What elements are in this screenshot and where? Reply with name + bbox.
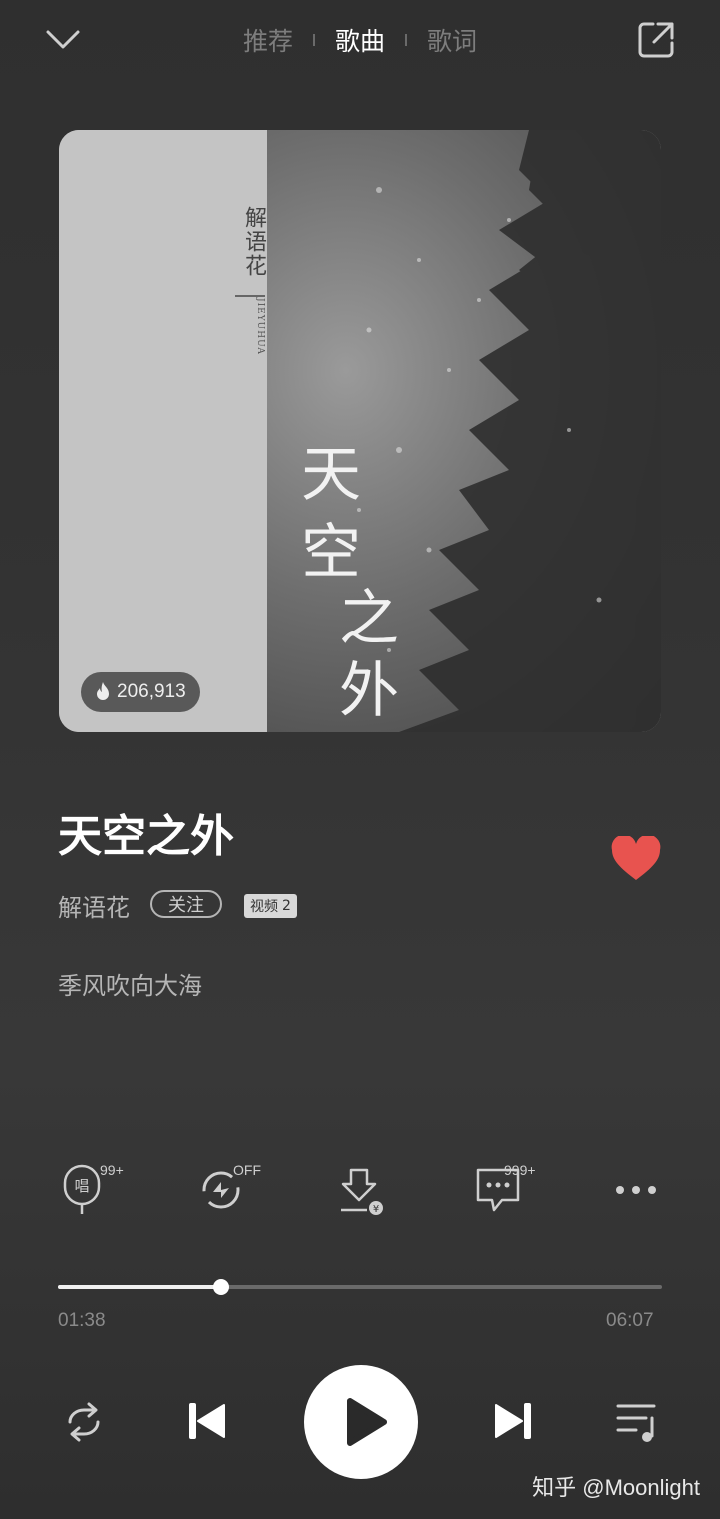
follow-button[interactable]: 关注 [150, 890, 222, 918]
play-count-value: 206,913 [117, 681, 186, 702]
play-icon [347, 1398, 387, 1446]
play-button[interactable] [304, 1365, 418, 1479]
video-label: 视频 [250, 899, 278, 915]
tab-lyrics[interactable]: 歌词 [407, 22, 497, 58]
artist-name[interactable]: 解语花 [58, 888, 130, 923]
comment-badge: 999+ [504, 1162, 536, 1178]
cover-left-panel [59, 130, 267, 732]
next-icon[interactable] [492, 1400, 534, 1442]
effect-badge: OFF [233, 1162, 261, 1178]
progress-knob[interactable] [213, 1279, 229, 1295]
album-cover[interactable]: 解语花 JIEYUHUA 天 空 之 外 [59, 130, 661, 732]
heart-like-icon[interactable] [610, 836, 662, 882]
header-tabs: 推荐 歌曲 歌词 [0, 22, 720, 58]
cover-romaji-text: JIEYUHUA [255, 298, 265, 355]
previous-icon[interactable] [186, 1400, 228, 1442]
share-external-icon[interactable] [636, 20, 676, 60]
video-badge[interactable]: 视频 2 [244, 894, 297, 918]
progress-fill [58, 1285, 221, 1289]
song-title: 天空之外 [58, 811, 234, 862]
cover-artist-text: 解语花 [241, 206, 266, 278]
tab-song[interactable]: 歌曲 [315, 22, 405, 58]
album-name[interactable]: 季风吹向大海 [58, 966, 202, 1001]
sing-badge: 99+ [100, 1162, 124, 1178]
playlist-icon[interactable] [614, 1400, 662, 1444]
watermark-text: 知乎 @Moonlight [532, 1475, 700, 1500]
svg-text:¥: ¥ [373, 1204, 379, 1215]
video-count: 2 [282, 898, 291, 914]
total-time: 06:07 [606, 1310, 654, 1331]
play-count-badge: 206,913 [81, 672, 200, 712]
current-time: 01:38 [58, 1310, 106, 1331]
cover-divider [235, 295, 265, 297]
repeat-icon[interactable] [60, 1400, 108, 1444]
download-paid-icon[interactable]: ¥ [337, 1164, 385, 1216]
more-icon[interactable] [612, 1164, 660, 1216]
svg-text:唱: 唱 [74, 1177, 89, 1195]
flame-icon [97, 682, 109, 700]
tab-recommend[interactable]: 推荐 [223, 22, 313, 58]
cover-title-char: 天 [301, 440, 361, 510]
cover-title-char: 外 [339, 656, 399, 726]
